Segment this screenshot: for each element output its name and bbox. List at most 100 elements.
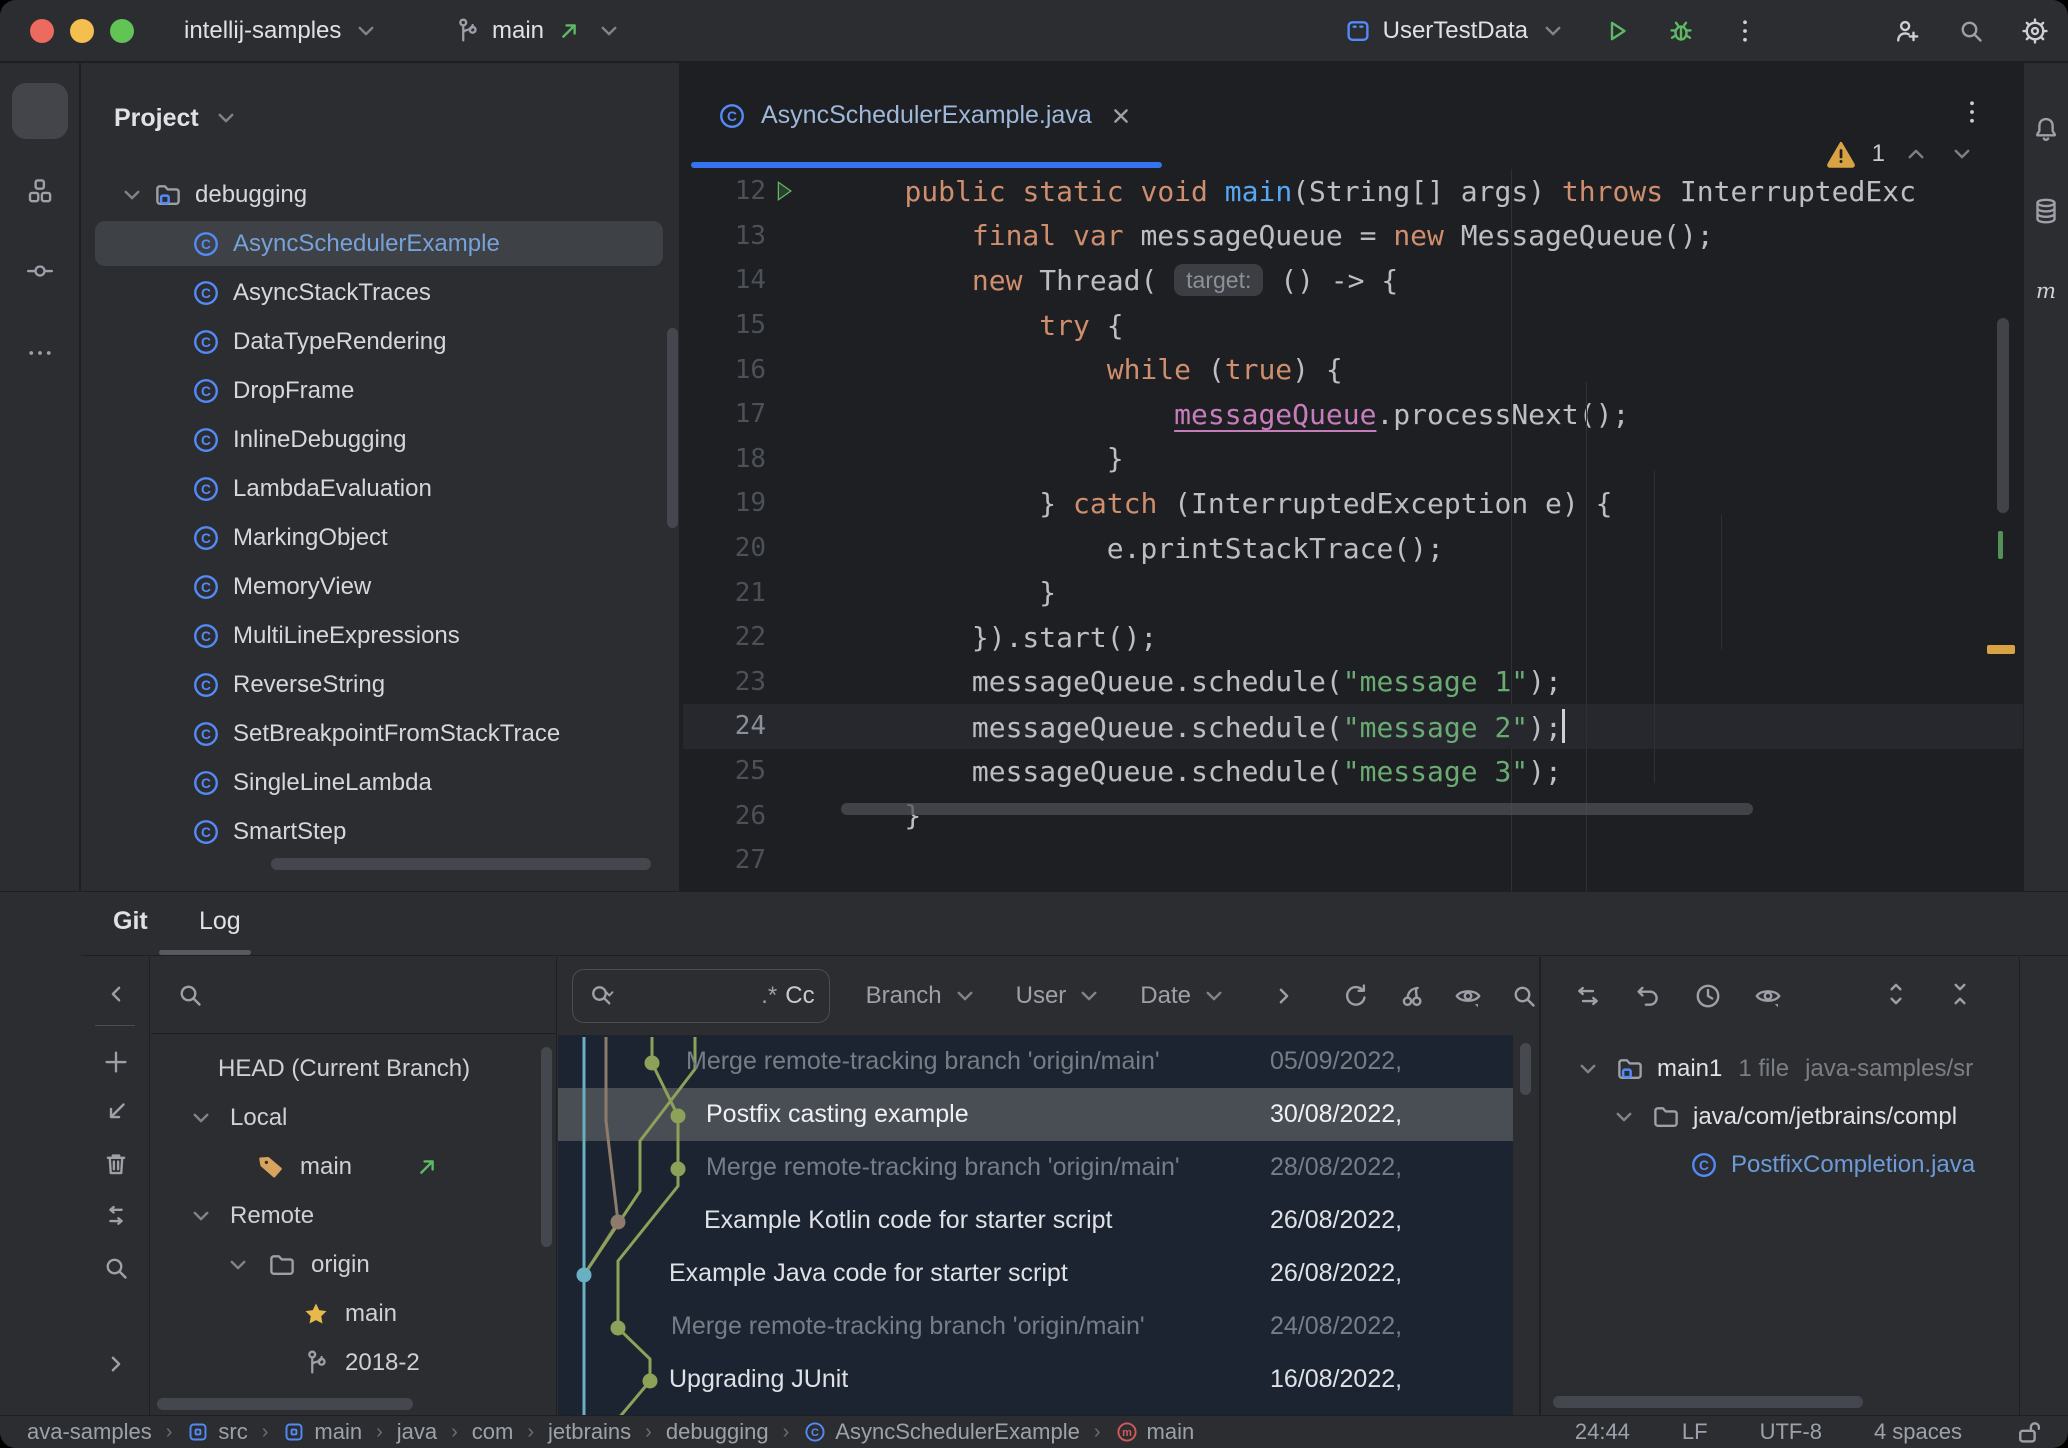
- commit-row[interactable]: Upgrading JUnit16/08/2022,: [558, 1353, 1513, 1406]
- breadcrumb-item[interactable]: CAsyncSchedulerExample: [803, 1419, 1080, 1445]
- tree-item-class[interactable]: CDataTypeRendering: [81, 317, 679, 366]
- editor-horizontal-scrollbar[interactable]: [841, 803, 1753, 815]
- checkout-button[interactable]: [101, 1097, 131, 1127]
- branches-vertical-scrollbar[interactable]: [541, 1047, 552, 1247]
- line-separator-widget[interactable]: LF: [1682, 1419, 1708, 1445]
- changed-dir-item[interactable]: main11 filejava-samples/sr: [1543, 1045, 2019, 1093]
- code-line[interactable]: 21 }: [683, 570, 2023, 615]
- new-branch-button[interactable]: [101, 1047, 131, 1077]
- branch-item[interactable]: HEAD (Current Branch): [151, 1044, 556, 1093]
- code-line[interactable]: 22 }).start();: [683, 615, 2023, 660]
- branch-item[interactable]: Remote: [151, 1191, 556, 1240]
- commit-row[interactable]: Merge remote-tracking branch 'origin/mai…: [558, 1141, 1513, 1194]
- branch-filter[interactable]: Branch: [866, 981, 980, 1011]
- project-view-selector[interactable]: Project: [114, 103, 241, 133]
- editor-tab[interactable]: C AsyncSchedulerExample.java: [691, 63, 1162, 168]
- tool-strip-button-project-folder[interactable]: [12, 83, 68, 139]
- editor-gutter[interactable]: 24: [683, 704, 829, 749]
- tool-strip-button-commit[interactable]: [12, 243, 68, 299]
- indent-widget[interactable]: 4 spaces: [1874, 1419, 1962, 1445]
- commit-row[interactable]: Example Kotlin code for starter script26…: [558, 1194, 1513, 1247]
- maximize-window-button[interactable]: [110, 19, 134, 43]
- breadcrumb-item[interactable]: mmain: [1115, 1419, 1195, 1445]
- cherry-pick-button[interactable]: [1397, 981, 1427, 1011]
- user-filter[interactable]: User: [1016, 981, 1105, 1011]
- commit-row[interactable]: Example Java code for starter script26/0…: [558, 1247, 1513, 1300]
- editor-gutter[interactable]: 18: [683, 437, 829, 482]
- minimize-window-button[interactable]: [70, 19, 94, 43]
- tree-item-class[interactable]: CSingleLineLambda: [81, 758, 679, 807]
- tree-item-class[interactable]: CMultiLineExpressions: [81, 611, 679, 660]
- tree-item-class[interactable]: CMemoryView: [81, 562, 679, 611]
- tree-item-class[interactable]: CReverseString: [81, 660, 679, 709]
- tree-item-class[interactable]: CAsyncSchedulerExample: [81, 219, 679, 268]
- project-widget[interactable]: intellij-samples: [184, 0, 381, 62]
- branch-item[interactable]: 2018-2: [151, 1338, 556, 1387]
- code-line[interactable]: 25 messageQueue.schedule("message 3");: [683, 749, 2023, 794]
- commit-row[interactable]: Merge remote-tracking branch 'origin/mai…: [558, 1300, 1513, 1353]
- commit-list-vertical-scrollbar[interactable]: [1520, 1043, 1531, 1095]
- encoding-widget[interactable]: UTF-8: [1760, 1419, 1822, 1445]
- code-line[interactable]: 15 try {: [683, 303, 2023, 348]
- branches-horizontal-scrollbar[interactable]: [157, 1398, 413, 1410]
- breadcrumb-item[interactable]: com: [472, 1419, 514, 1445]
- collapse-all-icon[interactable]: [1945, 979, 1975, 1009]
- run-configuration-selector[interactable]: UserTestData: [1343, 16, 1568, 46]
- debug-button[interactable]: [1666, 16, 1696, 46]
- code-line[interactable]: 24 messageQueue.schedule("message 2");: [683, 704, 2023, 749]
- code-line[interactable]: 19 } catch (InterruptedException e) {: [683, 481, 2023, 526]
- project-tree-horizontal-scrollbar[interactable]: [271, 858, 651, 870]
- search-everywhere-button[interactable]: [1956, 16, 1986, 46]
- editor-gutter[interactable]: 17: [683, 392, 829, 437]
- tree-item-class[interactable]: CAsyncStackTraces: [81, 268, 679, 317]
- editor-gutter[interactable]: 19: [683, 481, 829, 526]
- refresh-log-button[interactable]: [1341, 981, 1371, 1011]
- view-options-button[interactable]: [1453, 981, 1483, 1011]
- tree-item-class[interactable]: CSetBreakpointFromStackTrace: [81, 709, 679, 758]
- code-line[interactable]: 17 messageQueue.processNext();: [683, 392, 2023, 437]
- close-window-button[interactable]: [30, 19, 54, 43]
- next-problem-button[interactable]: [1947, 139, 1977, 169]
- date-filter[interactable]: Date: [1140, 981, 1229, 1011]
- changed-file-item[interactable]: CPostfixCompletion.java: [1543, 1141, 2019, 1189]
- breadcrumb-item[interactable]: main: [282, 1419, 362, 1445]
- match-case-toggle[interactable]: Cc: [785, 982, 814, 1010]
- branch-search-field[interactable]: [151, 957, 556, 1034]
- code-with-me-button[interactable]: [1892, 16, 1922, 46]
- expand-all-icon[interactable]: [1881, 979, 1911, 1009]
- search-branches-button[interactable]: [101, 1253, 131, 1283]
- editor-gutter[interactable]: 26: [683, 793, 829, 838]
- tool-strip-button-notifications[interactable]: [2026, 101, 2066, 157]
- fetch-button[interactable]: [101, 1201, 131, 1231]
- code-line[interactable]: 23 messageQueue.schedule("message 1");: [683, 660, 2023, 705]
- branch-item[interactable]: main: [151, 1142, 556, 1191]
- rollback-button[interactable]: [1633, 981, 1663, 1011]
- breadcrumb-item[interactable]: java: [397, 1419, 437, 1445]
- tool-strip-button-database[interactable]: [2026, 183, 2066, 239]
- view-options-button[interactable]: [1753, 981, 1783, 1011]
- regex-toggle[interactable]: .*: [761, 982, 777, 1010]
- editor-gutter[interactable]: 16: [683, 347, 829, 392]
- commit-row[interactable]: Postfix casting example30/08/2022,: [558, 1088, 1513, 1141]
- delete-branch-button[interactable]: [101, 1149, 131, 1179]
- commit-list[interactable]: Merge remote-tracking branch 'origin/mai…: [558, 1035, 1513, 1416]
- commit-row[interactable]: Merge remote-tracking branch 'origin/mai…: [558, 1035, 1513, 1088]
- editor-gutter[interactable]: 15: [683, 303, 829, 348]
- tab-options-button[interactable]: [1957, 97, 1987, 127]
- expand-toolbar-button[interactable]: [101, 1349, 131, 1379]
- editor-gutter[interactable]: 14: [683, 258, 829, 303]
- code-line[interactable]: 27: [683, 838, 2023, 883]
- code-line[interactable]: 16 while (true) {: [683, 347, 2023, 392]
- editor-gutter[interactable]: 25: [683, 749, 829, 794]
- run-button[interactable]: [1602, 16, 1632, 46]
- go-to-hash-button[interactable]: [1509, 981, 1539, 1011]
- editor-gutter[interactable]: 21: [683, 570, 829, 615]
- branch-item[interactable]: origin: [151, 1240, 556, 1289]
- history-button[interactable]: [1693, 981, 1723, 1011]
- caret-position-widget[interactable]: 24:44: [1575, 1419, 1630, 1445]
- tool-strip-button-maven[interactable]: m: [2026, 263, 2066, 319]
- previous-problem-button[interactable]: [1901, 139, 1931, 169]
- changed-dir-item[interactable]: java/com/jetbrains/compl: [1543, 1093, 2019, 1141]
- log-filter-field[interactable]: .* Cc: [572, 969, 830, 1023]
- tree-item-class[interactable]: CDropFrame: [81, 366, 679, 415]
